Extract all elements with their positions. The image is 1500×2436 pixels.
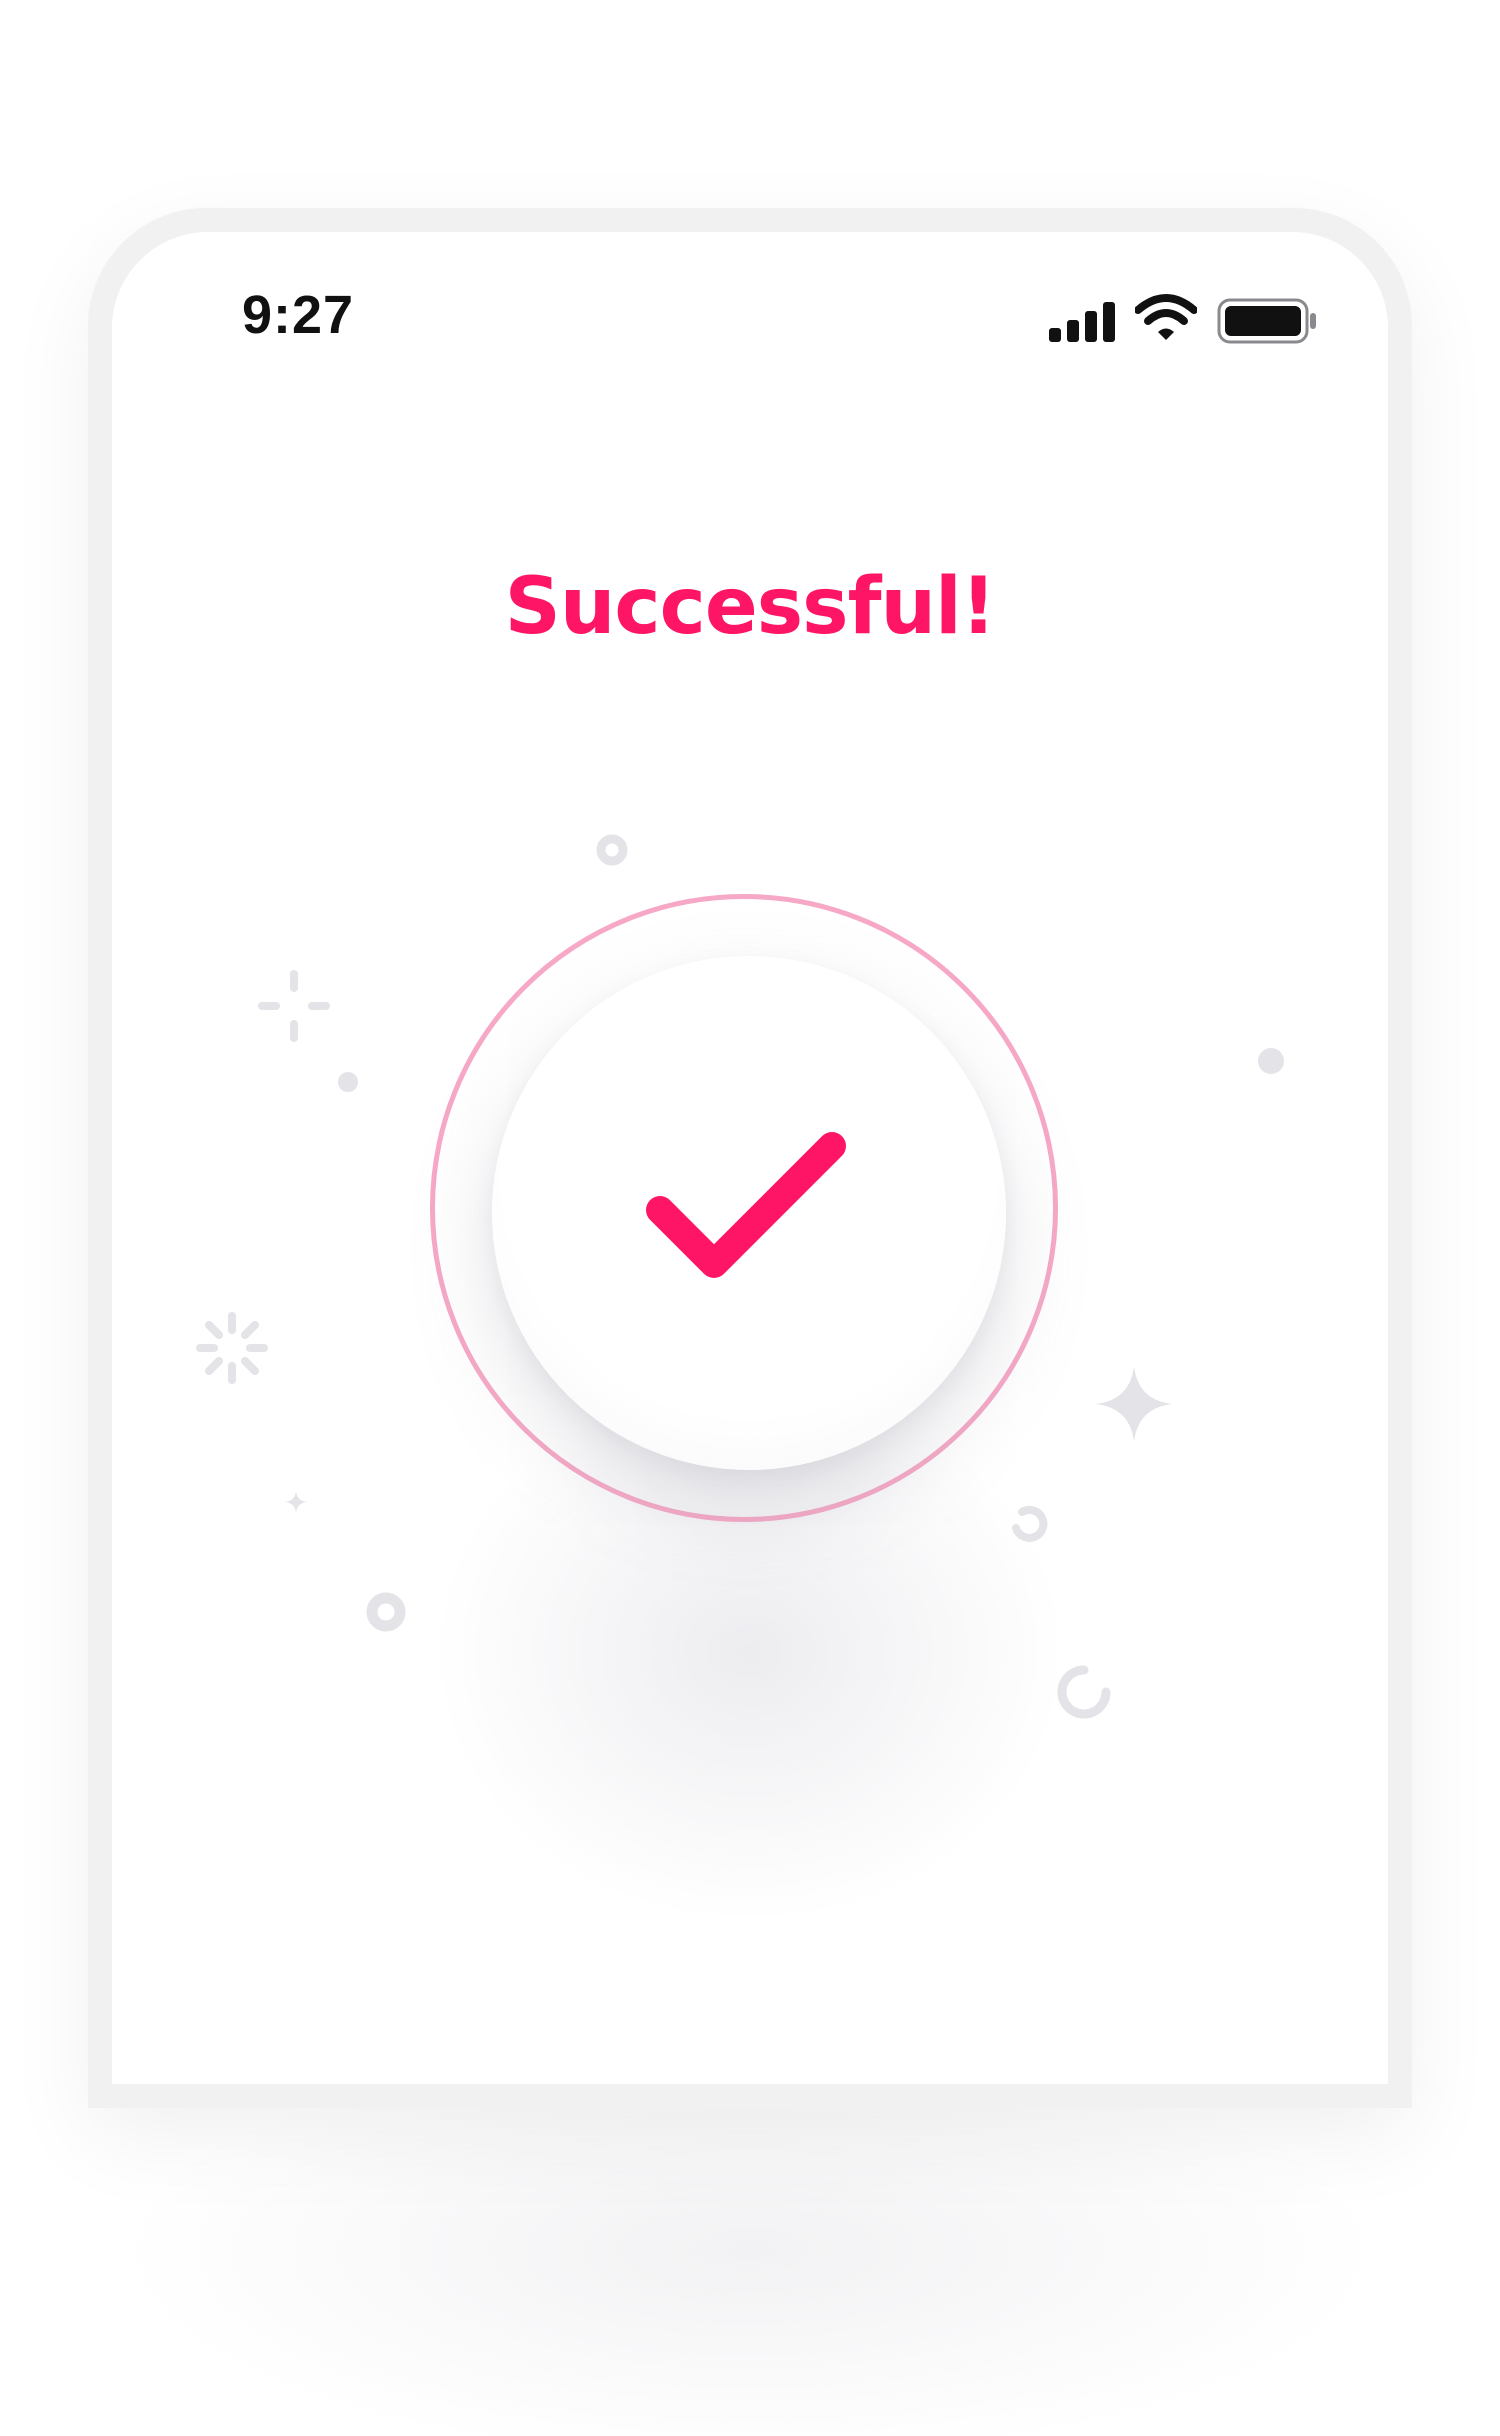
stage: 9:27 Successful! bbox=[0, 0, 1500, 2436]
arc-icon bbox=[1057, 1665, 1111, 1719]
star-icon bbox=[1096, 1366, 1172, 1442]
ring-icon bbox=[366, 1592, 406, 1632]
sparkle-cross-icon bbox=[258, 970, 330, 1042]
phone-screen: 9:27 Successful! bbox=[112, 232, 1388, 2084]
burst-icon bbox=[196, 1312, 268, 1384]
battery-icon bbox=[1217, 298, 1316, 344]
dot-ring-icon bbox=[596, 834, 628, 866]
dot-icon bbox=[338, 1072, 358, 1092]
dot-icon bbox=[1258, 1048, 1284, 1074]
status-time: 9:27 bbox=[242, 285, 355, 345]
small-star-icon bbox=[285, 1491, 307, 1513]
status-icons bbox=[1049, 294, 1319, 348]
success-title: Successful! bbox=[504, 562, 997, 652]
wifi-icon bbox=[1135, 294, 1197, 340]
arc-icon bbox=[1012, 1505, 1048, 1542]
cellular-signal-icon bbox=[1049, 302, 1115, 342]
checkmark-icon bbox=[646, 1132, 846, 1278]
